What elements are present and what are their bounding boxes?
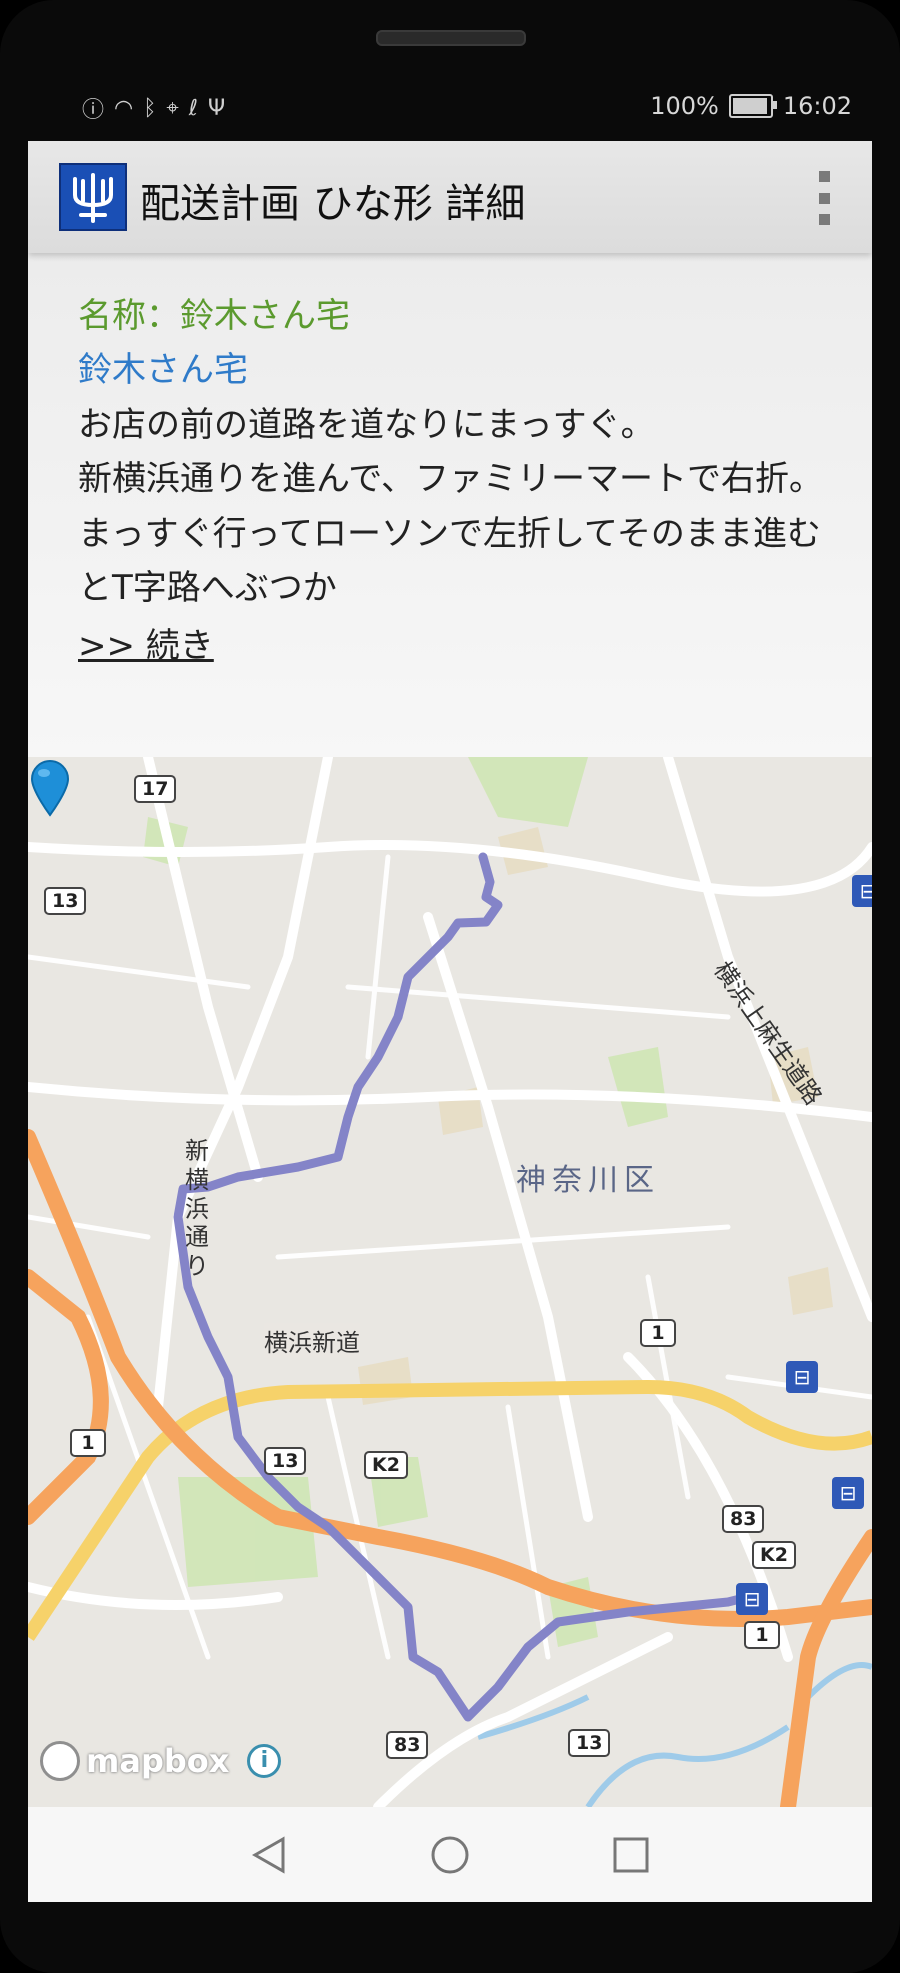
status-icons: ⓘ ◠ ᛒ ⌖ ℓ Ψ	[82, 92, 225, 124]
station-icon: ⊟	[852, 875, 872, 907]
sync-icon: ℓ	[188, 95, 198, 121]
route-shield: 1	[744, 1621, 780, 1649]
station-icon: ⊟	[736, 1583, 768, 1615]
wifi-icon: ◠	[114, 95, 134, 121]
app-bar: 配送計画 ひな形 詳細	[28, 141, 872, 253]
notification-icon: ⓘ	[82, 98, 105, 123]
earpiece	[376, 30, 526, 46]
mapbox-wordmark: mapbox	[86, 1742, 230, 1780]
usb-icon: Ψ	[207, 95, 226, 121]
bluetooth-icon: ᛒ	[143, 95, 157, 121]
system-nav-bar	[28, 1807, 872, 1902]
name-line: 名称：鈴木さん宅	[78, 296, 350, 336]
route-shield: 83	[386, 1731, 429, 1759]
more-link[interactable]: >> 続き	[78, 619, 214, 673]
mapbox-logo-icon	[40, 1741, 80, 1781]
route-shield: 13	[568, 1729, 611, 1757]
destination-link[interactable]: 鈴木さん宅	[78, 343, 848, 397]
route-shield: 1	[640, 1319, 676, 1347]
battery-percent: 100%	[650, 92, 719, 120]
attribution-info-icon[interactable]: i	[247, 1744, 282, 1778]
road-label-shinyokohama: 新横浜通り	[185, 1137, 209, 1281]
status-bar: ⓘ ◠ ᛒ ⌖ ℓ Ψ 100% 16:02	[28, 82, 872, 132]
route-shield: 13	[264, 1447, 307, 1475]
home-icon[interactable]	[430, 1835, 470, 1875]
battery-icon	[728, 94, 777, 118]
route-shield: 13	[44, 887, 87, 915]
clock: 16:02	[782, 92, 852, 120]
trident-logo-icon	[59, 163, 127, 231]
recents-icon[interactable]	[611, 1835, 651, 1875]
route-shield: K2	[364, 1451, 408, 1479]
back-icon[interactable]	[249, 1835, 289, 1875]
route-shield: 1	[70, 1429, 106, 1457]
ward-label: 神奈川区	[516, 1163, 660, 1198]
overflow-menu-icon[interactable]	[816, 171, 832, 225]
mapbox-attribution: mapbox i	[40, 1741, 282, 1781]
map-canvas	[28, 757, 872, 1807]
station-icon: ⊟	[832, 1477, 864, 1509]
location-icon: ⌖	[166, 95, 179, 121]
route-map[interactable]: 神奈川区 横浜新道 新横浜通り 横浜上麻生道路 17 13 1 1 83 83 …	[28, 757, 872, 1807]
station-icon: ⊟	[786, 1361, 818, 1393]
phone-frame: ⓘ ◠ ᛒ ⌖ ℓ Ψ 100% 16:02 配送計画 ひな形 詳細 名称：鈴木…	[0, 0, 900, 1973]
destination-pin-icon[interactable]	[28, 757, 72, 817]
page-title: 配送計画 ひな形 詳細	[140, 181, 526, 227]
route-shield: K2	[752, 1541, 796, 1569]
detail-panel: 名称：鈴木さん宅 鈴木さん宅 お店の前の道路を道なりにまっすぐ。 新横浜通りを進…	[28, 253, 872, 757]
status-right: 100% 16:02	[650, 92, 852, 120]
app-screen: 配送計画 ひな形 詳細 名称：鈴木さん宅 鈴木さん宅 お店の前の道路を道なりにま…	[28, 141, 872, 1902]
route-memo: お店の前の道路を道なりにまっすぐ。 新横浜通りを進んで、ファミリーマートで右折。…	[78, 404, 823, 608]
route-shield: 17	[134, 775, 177, 803]
route-shield: 83	[722, 1505, 765, 1533]
road-label-yokohama-shindo: 横浜新道	[264, 1323, 360, 1358]
